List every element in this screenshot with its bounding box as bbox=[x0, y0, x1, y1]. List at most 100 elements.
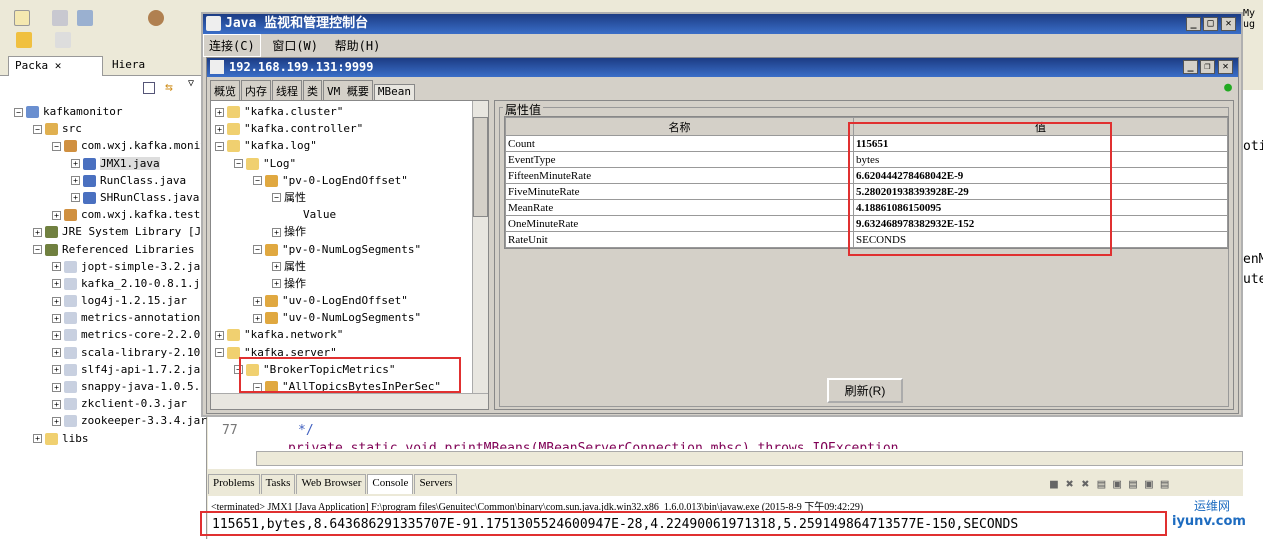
menu-window[interactable]: 窗口(W) bbox=[267, 35, 323, 56]
close-button[interactable]: ✕ bbox=[1218, 60, 1233, 74]
tree-node[interactable]: + com.wxj.kafka.test bbox=[0, 206, 206, 223]
tree-node[interactable]: + zkclient-0.3.jar bbox=[0, 395, 206, 412]
tree-node[interactable]: − 属性 bbox=[215, 189, 488, 206]
scroll-thumb[interactable] bbox=[473, 117, 488, 217]
collapse-icon[interactable]: − bbox=[253, 245, 262, 254]
tab-4[interactable]: VM 概要 bbox=[323, 80, 373, 101]
bottom-tab-console[interactable]: Console bbox=[367, 474, 414, 494]
expand-icon[interactable]: + bbox=[52, 416, 61, 426]
close-button[interactable]: ✕ bbox=[1221, 17, 1236, 31]
tree-node[interactable]: + log4j-1.2.15.jar bbox=[0, 292, 206, 309]
link-editor-icon[interactable]: ⇆ bbox=[165, 80, 173, 95]
tree-node[interactable]: − "pv-0-LogEndOffset" bbox=[215, 172, 488, 189]
collapse-icon[interactable]: − bbox=[33, 245, 42, 254]
bottom-tab-problems[interactable]: Problems bbox=[208, 474, 260, 494]
expand-icon[interactable]: + bbox=[52, 296, 61, 306]
horizontal-scrollbar[interactable] bbox=[211, 393, 488, 409]
tree-node[interactable]: − "kafka.log" bbox=[215, 137, 488, 154]
tab-0[interactable]: 概览 bbox=[210, 80, 240, 101]
bottom-tab-servers[interactable]: Servers bbox=[414, 474, 458, 494]
expand-icon[interactable]: + bbox=[52, 382, 61, 392]
expand-icon[interactable]: + bbox=[52, 313, 61, 323]
collapse-all-icon[interactable] bbox=[143, 82, 155, 94]
maximize-button[interactable]: □ bbox=[1203, 17, 1218, 31]
tree-node[interactable]: + JMX1.java bbox=[0, 155, 206, 172]
bottom-tab-web-browser[interactable]: Web Browser bbox=[296, 474, 367, 494]
minimize-button[interactable]: _ bbox=[1183, 60, 1198, 74]
horizontal-scrollbar[interactable] bbox=[256, 451, 1243, 466]
code-editor[interactable]: 77 */ private static void printMBeans(MB… bbox=[208, 417, 1243, 469]
expand-icon[interactable]: + bbox=[215, 107, 224, 117]
tree-node[interactable]: + kafka_2.10-0.8.1.ja bbox=[0, 275, 207, 292]
collapse-icon[interactable]: − bbox=[272, 193, 281, 203]
refresh-button[interactable]: 刷新(R) bbox=[827, 378, 903, 403]
expand-icon[interactable]: + bbox=[52, 330, 61, 340]
collapse-icon[interactable]: − bbox=[33, 124, 42, 134]
tree-node[interactable]: + zookeeper-3.3.4.jar bbox=[0, 412, 207, 429]
menu-help[interactable]: 帮助(H) bbox=[330, 35, 386, 56]
expand-icon[interactable]: + bbox=[33, 227, 42, 237]
tree-node[interactable]: − src bbox=[0, 120, 206, 137]
menu-connection[interactable]: 连接(C) bbox=[203, 34, 261, 57]
expand-icon[interactable]: + bbox=[215, 124, 224, 134]
vertical-scrollbar[interactable] bbox=[472, 101, 488, 393]
expand-icon[interactable]: + bbox=[272, 279, 281, 289]
expand-icon[interactable]: + bbox=[52, 348, 61, 358]
expand-icon[interactable]: + bbox=[272, 262, 281, 272]
deploy-icon[interactable] bbox=[148, 10, 164, 26]
tree-node[interactable]: − "Log" bbox=[215, 155, 488, 172]
perspective-tab[interactable]: My bbox=[1243, 8, 1255, 19]
tree-node[interactable]: +属性 bbox=[215, 258, 488, 275]
tree-node[interactable]: + "kafka.network" bbox=[215, 326, 488, 343]
collapse-icon[interactable]: − bbox=[215, 141, 224, 151]
tree-node[interactable]: + 操作 bbox=[215, 275, 488, 292]
expand-icon[interactable]: + bbox=[33, 434, 42, 444]
restore-button[interactable]: ❐ bbox=[1200, 60, 1215, 74]
expand-icon[interactable]: + bbox=[52, 279, 61, 289]
expand-icon[interactable]: + bbox=[272, 227, 281, 237]
tree-node[interactable]: + snappy-java-1.0.5.j bbox=[0, 378, 207, 395]
tab-1[interactable]: 内存 bbox=[241, 80, 271, 101]
forward-icon[interactable] bbox=[55, 32, 71, 48]
collapse-icon[interactable]: − bbox=[253, 176, 262, 186]
save-icon[interactable] bbox=[52, 10, 68, 26]
tree-node[interactable]: + metrics-annotation- bbox=[0, 309, 207, 326]
expand-icon[interactable]: + bbox=[52, 262, 61, 272]
tree-node[interactable]: + "uv-0-NumLogSegments" bbox=[215, 309, 488, 326]
tree-node[interactable]: Value bbox=[215, 206, 488, 223]
view-menu-icon[interactable]: ▽ bbox=[188, 78, 194, 89]
expand-icon[interactable]: + bbox=[52, 365, 61, 375]
tree-node[interactable]: − com.wxj.kafka.monit bbox=[0, 137, 207, 154]
tree-node[interactable]: − Referenced Libraries bbox=[0, 241, 206, 258]
tree-node[interactable]: − "pv-0-NumLogSegments" bbox=[215, 241, 488, 258]
expand-icon[interactable]: + bbox=[253, 313, 262, 323]
console-toolbar[interactable]: ■✖✖▤▣▤▣▤ bbox=[1050, 477, 1177, 492]
expand-icon[interactable]: + bbox=[52, 399, 61, 409]
collapse-icon[interactable]: − bbox=[234, 159, 243, 169]
new-icon[interactable] bbox=[14, 10, 30, 26]
tree-node[interactable]: + 操作 bbox=[215, 223, 488, 240]
expand-icon[interactable]: + bbox=[253, 296, 262, 306]
expand-icon[interactable]: + bbox=[71, 193, 80, 203]
tree-node[interactable]: + slf4j-api-1.7.2.jar bbox=[0, 361, 207, 378]
bottom-tab-tasks[interactable]: Tasks bbox=[260, 474, 296, 494]
expand-icon[interactable]: + bbox=[71, 176, 80, 186]
tree-node[interactable]: + RunClass.java bbox=[0, 172, 206, 189]
expand-icon[interactable]: + bbox=[71, 159, 80, 169]
tab-2[interactable]: 线程 bbox=[272, 80, 302, 101]
tab-3[interactable]: 类 bbox=[303, 80, 322, 101]
back-icon[interactable] bbox=[16, 32, 32, 48]
tree-node[interactable]: + libs bbox=[0, 430, 206, 447]
expand-icon[interactable]: + bbox=[52, 210, 61, 220]
tree-node[interactable]: + "kafka.cluster" bbox=[215, 103, 488, 120]
tab-5[interactable]: MBean bbox=[373, 84, 415, 100]
debug-tab[interactable]: ug bbox=[1243, 19, 1255, 30]
tree-node[interactable]: + JRE System Library [Ja bbox=[0, 223, 208, 240]
column-header-name[interactable]: 名称 bbox=[505, 117, 854, 136]
tree-node[interactable]: + metrics-core-2.2.0. bbox=[0, 326, 207, 343]
print-icon[interactable] bbox=[77, 10, 93, 26]
tree-node[interactable]: − kafkamonitor bbox=[0, 103, 206, 120]
tab-package-explorer[interactable]: Packa ✕ bbox=[8, 56, 103, 76]
collapse-icon[interactable]: − bbox=[52, 141, 61, 151]
expand-icon[interactable]: + bbox=[215, 330, 224, 340]
